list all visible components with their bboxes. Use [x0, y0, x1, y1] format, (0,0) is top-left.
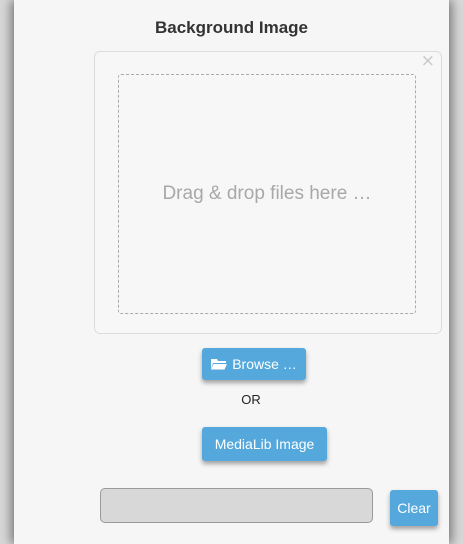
- panel-title: Background Image: [154, 18, 309, 37]
- file-drop-zone[interactable]: × Drag & drop files here …: [94, 51, 442, 334]
- drop-target-area[interactable]: Drag & drop files here …: [118, 74, 416, 314]
- background-image-panel: Background Image × Drag & drop files her…: [14, 0, 449, 544]
- or-separator: OR: [241, 392, 261, 407]
- medialib-image-button[interactable]: MediaLib Image: [202, 427, 327, 461]
- close-icon[interactable]: ×: [421, 52, 435, 70]
- browse-button[interactable]: Browse …: [202, 348, 306, 380]
- drop-placeholder-text: Drag & drop files here …: [162, 183, 372, 204]
- clear-button[interactable]: Clear: [390, 490, 438, 526]
- folder-open-icon: [211, 358, 228, 370]
- browse-button-label: Browse …: [232, 356, 297, 372]
- image-url-input[interactable]: [100, 488, 373, 523]
